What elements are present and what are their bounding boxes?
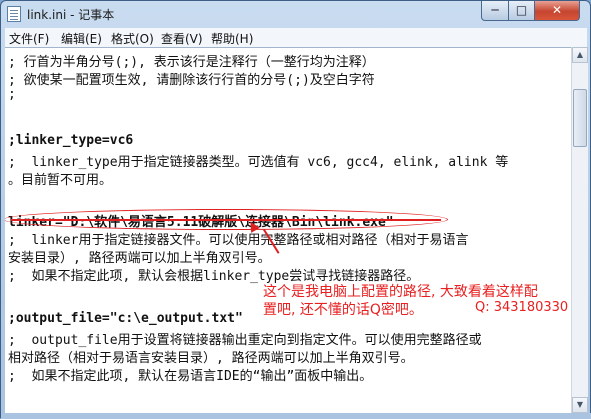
menu-bar: 文件(F) 编辑(E) 格式(O) 查看(V) 帮助(H) bbox=[5, 28, 587, 47]
text-line: 。目前暂不可用。 bbox=[8, 173, 113, 188]
annotation-qq: Q: 343180330 bbox=[475, 300, 569, 315]
minimize-button[interactable]: ─ bbox=[481, 1, 509, 21]
text-line: 相对路径（相对于易语言安装目录）, 路径两端可以加上半角双引号。 bbox=[8, 351, 414, 366]
menu-help[interactable]: 帮助(H) bbox=[211, 30, 253, 47]
notepad-window: link.ini - 记事本 ─ □ ✕ 文件(F) 编辑(E) 格式(O) 查… bbox=[0, 0, 591, 419]
highlight-ellipse bbox=[5, 209, 448, 230]
title-bar[interactable]: link.ini - 记事本 ─ □ ✕ bbox=[1, 1, 590, 27]
text-line: ;linker_type=vc6 bbox=[8, 133, 134, 148]
text-line: ; 行首为半角分号(;), 表示该行是注释行（一整行均为注释） bbox=[8, 55, 375, 70]
text-line: ; bbox=[8, 87, 16, 102]
vertical-scrollbar[interactable]: ▲ ▼ bbox=[571, 47, 588, 413]
text-line: 安装目录）, 路径两端可以加上半角双引号。 bbox=[8, 251, 271, 266]
annotation-line-2: 置吧, 还不懂的话Q密吧。 bbox=[263, 302, 423, 318]
notepad-icon bbox=[7, 6, 21, 22]
maximize-button[interactable]: □ bbox=[508, 1, 535, 21]
text-line: ; linker_type用于指定链接器类型。可选值有 vc6, gcc4, e… bbox=[8, 155, 509, 170]
text-line: ; output_file用于设置将链接器输出重定向到指定文件。可以使用完整路径… bbox=[8, 333, 482, 348]
text-line: ; 欲使某一配置项生效, 请删除该行行首的分号(;)及空白字符 bbox=[8, 73, 375, 88]
menu-format[interactable]: 格式(O) bbox=[111, 30, 154, 47]
text-line: ; 如果不指定此项, 默认在易语言IDE的“输出”面板中输出。 bbox=[8, 369, 373, 384]
menu-edit[interactable]: 编辑(E) bbox=[61, 30, 102, 47]
window-title: link.ini - 记事本 bbox=[27, 8, 115, 22]
menu-file[interactable]: 文件(F) bbox=[9, 30, 49, 47]
scrollbar-thumb[interactable] bbox=[573, 89, 587, 147]
close-button[interactable]: ✕ bbox=[534, 1, 580, 21]
text-line: ;output_file="c:\e_output.txt" bbox=[8, 311, 243, 326]
text-line: ; linker用于指定链接器文件。可以使用完整路径或相对路径（相对于易语言 bbox=[8, 233, 469, 248]
scroll-down-icon[interactable]: ▼ bbox=[572, 397, 588, 413]
annotation-line-1: 这个是我电脑上配置的路径, 大致看着这样配 bbox=[263, 284, 538, 300]
menu-view[interactable]: 查看(V) bbox=[161, 30, 203, 47]
window-bottom-border bbox=[1, 413, 591, 419]
scroll-up-icon[interactable]: ▲ bbox=[572, 47, 588, 63]
text-editor[interactable]: ; 行首为半角分号(;), 表示该行是注释行（一整行均为注释） ; 欲使某一配置… bbox=[5, 47, 571, 414]
